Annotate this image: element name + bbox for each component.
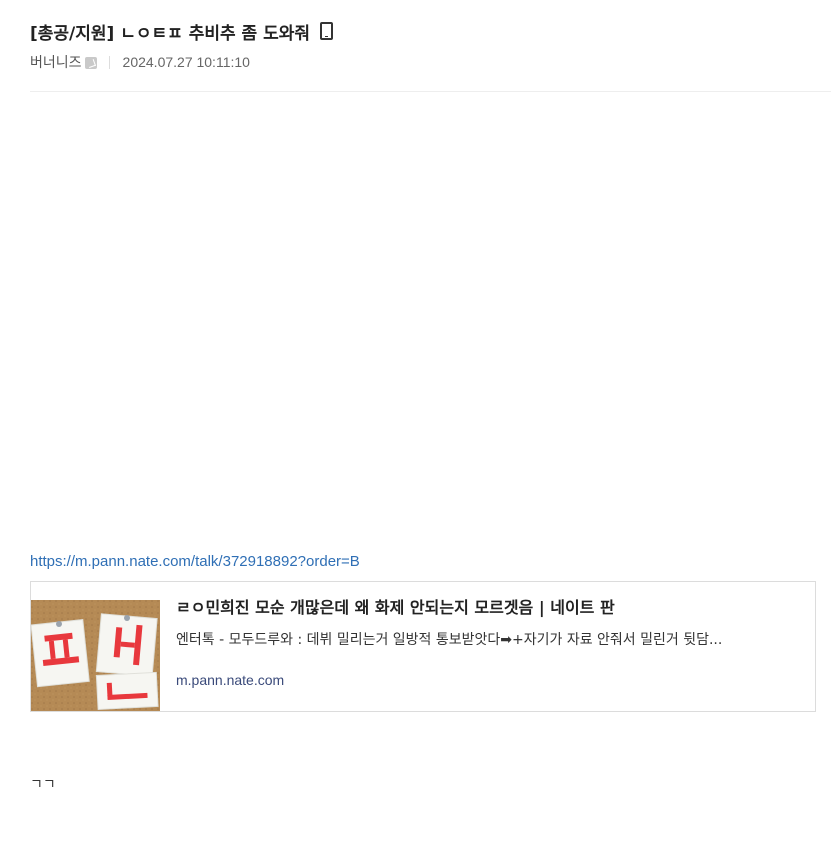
link-preview-title[interactable]: ㄹㅇ민희진 모순 개많은데 왜 화제 안되는지 모르겟음 | 네이트 판 [176,596,797,620]
post-link[interactable]: https://m.pann.nate.com/talk/372918892?o… [30,553,360,570]
meta-divider [108,55,110,69]
link-preview-domain: m.pann.nate.com [176,672,285,688]
post-meta: 버너니즈 2024.07.27 10:11:10 [30,52,830,72]
link-preview-description: 엔터톡 - 모두드루와 : 데뷔 밀리는거 일방적 통보받앗다➡+자기가 자료 … [176,632,723,648]
mobile-phone-icon [320,22,334,40]
post-title: [총공/지원] ㄴㅇㅌㅍ 추비추 좀 도와줘 [30,23,311,44]
post-title-row: [총공/지원] ㄴㅇㅌㅍ 추비추 좀 도와줘 [30,18,830,44]
user-badge-icon [84,57,97,69]
author-name[interactable]: 버너니즈 [30,52,82,72]
link-preview-card[interactable]: ㄹㅇ민희진 모순 개많은데 왜 화제 안되는지 모르겟음 | 네이트 판 엔터톡… [30,581,816,712]
post-header: [총공/지원] ㄴㅇㅌㅍ 추비추 좀 도와줘 버너니즈 2024.07.27 1… [30,18,830,72]
link-preview-body: ㄹㅇ민희진 모순 개많은데 왜 화제 안되는지 모르겟음 | 네이트 판 엔터톡… [160,582,815,711]
pann-logo-image [31,582,160,711]
link-preview-thumbnail [31,582,160,711]
post-date: 2024.07.27 10:11:10 [122,54,250,70]
header-divider [30,91,831,92]
post-body-text: ㄱㄱ [30,777,56,793]
